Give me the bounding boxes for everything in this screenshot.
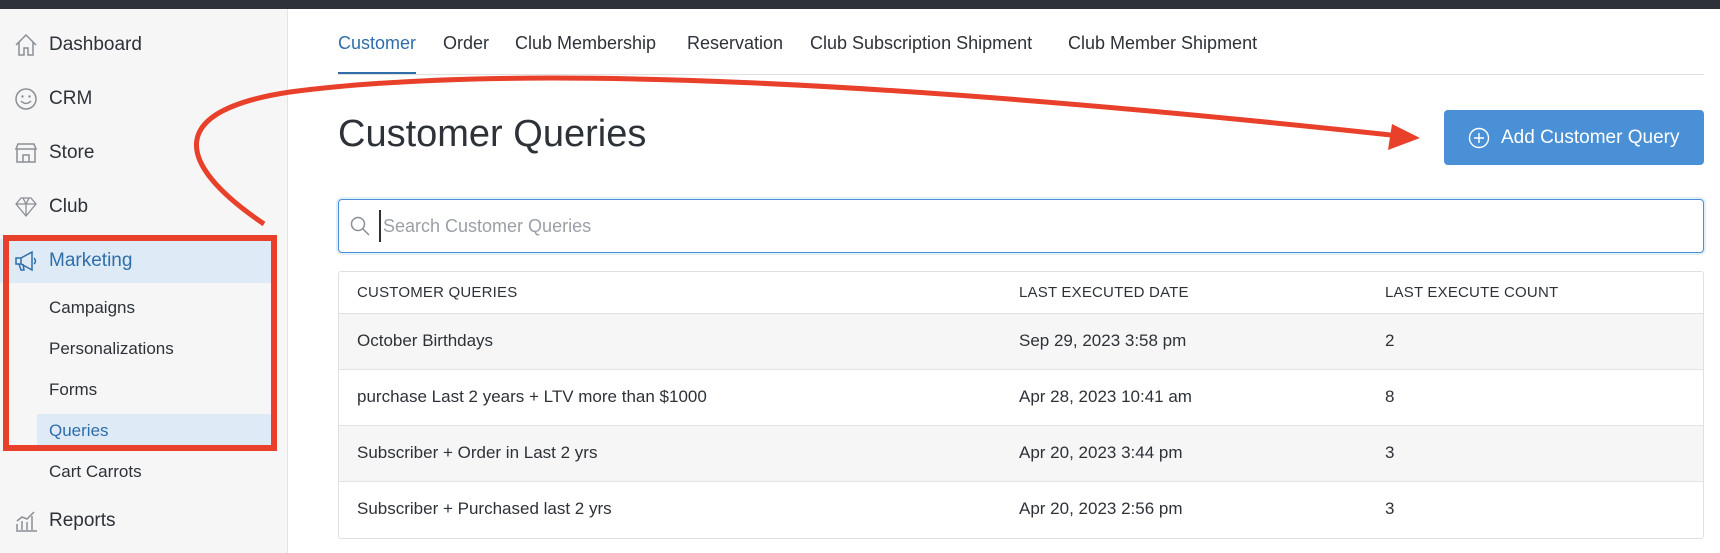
sidebar-item-marketing[interactable]: Marketing xyxy=(0,239,272,283)
store-icon xyxy=(14,143,38,163)
sidebar-item-club[interactable]: Club xyxy=(0,185,288,229)
search-box xyxy=(338,199,1704,253)
tab-reservation[interactable]: Reservation xyxy=(687,30,783,74)
tab-order[interactable]: Order xyxy=(443,30,489,74)
diamond-icon xyxy=(15,197,37,218)
page-title: Customer Queries xyxy=(338,113,647,155)
table-header: CUSTOMER QUERIES LAST EXECUTED DATE LAST… xyxy=(339,272,1703,314)
add-customer-query-button[interactable]: Add Customer Query xyxy=(1444,110,1704,165)
annotation-arrow-head xyxy=(1388,124,1420,150)
add-customer-query-label: Add Customer Query xyxy=(1501,126,1680,148)
sidebar-subitem-cart-carrots[interactable]: Cart Carrots xyxy=(49,462,142,482)
query-name[interactable]: Subscriber + Purchased last 2 yrs xyxy=(357,499,612,519)
tab-club-member-shipment[interactable]: Club Member Shipment xyxy=(1068,30,1257,74)
query-name[interactable]: October Birthdays xyxy=(357,331,493,351)
sidebar-subitem-queries[interactable]: Queries xyxy=(37,414,272,447)
last-execute-count: 2 xyxy=(1385,331,1395,350)
plus-circle-icon xyxy=(1468,127,1490,148)
customer-queries-table: CUSTOMER QUERIES LAST EXECUTED DATE LAST… xyxy=(338,271,1704,539)
query-name[interactable]: purchase Last 2 years + LTV more than $1… xyxy=(357,387,707,407)
table-row[interactable]: purchase Last 2 years + LTV more than $1… xyxy=(339,370,1703,426)
tab-club-membership[interactable]: Club Membership xyxy=(515,30,656,74)
tab-club-subscription-shipment[interactable]: Club Subscription Shipment xyxy=(810,30,1032,74)
home-icon xyxy=(15,33,37,56)
query-name[interactable]: Subscriber + Order in Last 2 yrs xyxy=(357,443,597,463)
sidebar-item-label: Reports xyxy=(49,510,116,531)
sidebar-item-label: Store xyxy=(49,142,95,163)
sidebar: Dashboard CRM Store Club Marketing Campa… xyxy=(0,9,288,553)
column-header-last-execute-count[interactable]: LAST EXECUTE COUNT xyxy=(1385,284,1558,301)
tab-customer[interactable]: Customer xyxy=(338,30,417,74)
last-executed-date: Apr 20, 2023 3:44 pm xyxy=(1019,443,1183,462)
bar-chart-icon xyxy=(16,511,37,532)
sidebar-item-label: Marketing xyxy=(49,250,133,271)
megaphone-icon xyxy=(15,250,37,272)
tab-bar: Customer Order Club Membership Reservati… xyxy=(338,30,1704,75)
sidebar-item-label: Club xyxy=(49,196,89,217)
search-input[interactable] xyxy=(379,210,1679,242)
smiley-icon xyxy=(15,88,37,110)
sidebar-item-label: Dashboard xyxy=(49,34,142,55)
table-row[interactable]: October Birthdays Sep 29, 2023 3:58 pm 2 xyxy=(339,314,1703,370)
last-executed-date: Apr 28, 2023 10:41 am xyxy=(1019,387,1192,406)
last-execute-count: 8 xyxy=(1385,387,1395,406)
sidebar-item-store[interactable]: Store xyxy=(0,131,288,175)
sidebar-item-crm[interactable]: CRM xyxy=(0,77,288,121)
search-icon xyxy=(350,216,370,236)
sidebar-item-reports[interactable]: Reports xyxy=(0,499,288,543)
sidebar-subitem-personalizations[interactable]: Personalizations xyxy=(49,339,174,359)
sidebar-item-label: CRM xyxy=(49,88,93,109)
column-header-last-executed-date[interactable]: LAST EXECUTED DATE xyxy=(1019,284,1189,301)
sidebar-subitem-campaigns[interactable]: Campaigns xyxy=(49,298,135,318)
table-row[interactable]: Subscriber + Order in Last 2 yrs Apr 20,… xyxy=(339,426,1703,482)
sidebar-item-dashboard[interactable]: Dashboard xyxy=(0,23,288,67)
table-row[interactable]: Subscriber + Purchased last 2 yrs Apr 20… xyxy=(339,482,1703,538)
column-header-customer-queries[interactable]: CUSTOMER QUERIES xyxy=(357,284,517,301)
sidebar-subitem-forms[interactable]: Forms xyxy=(49,380,97,400)
last-execute-count: 3 xyxy=(1385,499,1395,518)
top-bar xyxy=(0,0,1720,9)
last-executed-date: Sep 29, 2023 3:58 pm xyxy=(1019,331,1187,350)
last-executed-date: Apr 20, 2023 2:56 pm xyxy=(1019,499,1183,518)
last-execute-count: 3 xyxy=(1385,443,1395,462)
